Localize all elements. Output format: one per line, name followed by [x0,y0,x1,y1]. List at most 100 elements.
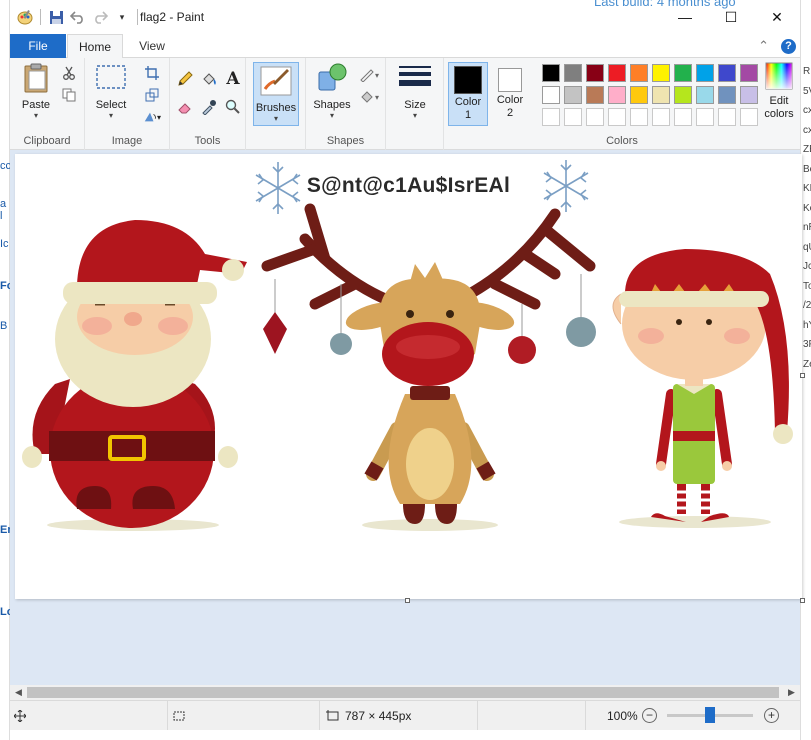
shapes-group: Shapes ▾ ▾ ▾ Shapes [306,58,386,150]
color2-button[interactable]: Color 2 [490,62,530,126]
palette-swatch[interactable] [608,64,626,82]
drawing-canvas[interactable]: S@nt@c1Au$IsrEAl [15,154,802,599]
background-left-strip: cc a l Ic Fo B En Lo [0,0,14,740]
tab-home[interactable]: Home [67,34,123,59]
palette-swatch[interactable] [608,86,626,104]
resize-icon[interactable] [143,86,161,104]
palette-swatch[interactable] [674,64,692,82]
zoom-slider-thumb[interactable] [705,707,715,723]
outline-icon[interactable]: ▾ [356,66,382,84]
palette-swatch[interactable] [696,64,714,82]
paint-app-icon[interactable] [16,8,34,26]
scroll-right-arrow-icon[interactable]: ▶ [783,685,800,700]
qat-separator [40,9,41,25]
scroll-left-arrow-icon[interactable]: ◀ [10,685,27,700]
palette-swatch[interactable] [740,86,758,104]
elf-shadow [619,516,771,528]
palette-swatch[interactable] [564,64,582,82]
close-button[interactable]: ✕ [754,0,800,34]
rotate-icon[interactable]: ▾ [143,108,161,126]
ribbon-tabs: File Home View ⌃ ? [10,34,800,59]
zoom-in-button[interactable]: + [764,708,779,723]
save-icon[interactable] [47,8,65,26]
palette-custom-swatch[interactable] [718,108,736,126]
palette-swatch[interactable] [718,64,736,82]
palette-custom-swatch[interactable] [630,108,648,126]
tab-view[interactable]: View [126,34,178,58]
copy-icon[interactable] [60,86,78,104]
text-tool-icon[interactable]: A [224,69,242,89]
pencil-icon[interactable] [176,70,194,88]
scrollbar-thumb[interactable] [27,687,779,698]
chevron-down-icon: ▾ [412,111,417,120]
chevron-down-icon: ▾ [273,114,278,123]
palette-swatch[interactable] [542,86,560,104]
palette-custom-swatch[interactable] [696,108,714,126]
palette-swatch[interactable] [718,86,736,104]
palette-custom-swatch[interactable] [608,108,626,126]
palette-swatch[interactable] [740,64,758,82]
palette-swatch[interactable] [696,86,714,104]
window-title: flag2 - Paint [140,10,205,24]
fill-bucket-icon[interactable] [200,70,218,88]
edit-colors-label-line2: colors [764,108,794,120]
undo-icon[interactable] [69,8,87,26]
palette-custom-swatch[interactable] [564,108,582,126]
zoom-slider-track[interactable] [667,707,753,723]
palette-swatch[interactable] [652,64,670,82]
bg-right-fragment: hY [803,319,811,331]
bg-left-fragment: B [0,320,8,332]
brushes-button[interactable]: Brushes ▾ [253,62,299,126]
select-button[interactable]: Select ▾ [91,62,131,120]
palette-swatch[interactable] [630,86,648,104]
palette-swatch[interactable] [564,86,582,104]
redo-icon[interactable] [91,8,109,26]
palette-swatch[interactable] [674,86,692,104]
palette-custom-swatch[interactable] [740,108,758,126]
customize-qat-chevron-down-icon[interactable]: ▾ [113,8,131,26]
palette-swatch[interactable] [542,64,560,82]
palette-custom-swatch[interactable] [652,108,670,126]
resize-handle-right[interactable] [800,373,805,378]
collapse-ribbon-chevron-up-icon[interactable]: ⌃ [758,38,769,54]
ribbon: Paste ▾ Clipboard Select ▾ ▾ Image A Too… [10,58,800,150]
colors-group: Color 1 Color 2 Edit colors Colors [444,58,800,150]
fill-icon[interactable]: ▾ [356,88,382,106]
bg-right-fragment: Ke [803,202,811,214]
bg-right-fragment: Jc [803,261,811,272]
eraser-icon[interactable] [176,98,194,116]
shapes-group-label: Shapes [326,135,365,147]
palette-custom-swatch[interactable] [586,108,604,126]
shapes-button[interactable]: Shapes ▾ [312,62,352,120]
magnifier-icon[interactable] [224,98,242,116]
tab-file[interactable]: File [10,34,66,58]
size-button[interactable]: Size ▾ [395,62,435,120]
palette-swatch[interactable] [586,86,604,104]
canvas-area[interactable]: S@nt@c1Au$IsrEAl [10,150,805,685]
color1-button[interactable]: Color 1 [448,62,488,126]
paste-button[interactable]: Paste ▾ [16,62,56,120]
palette-swatch[interactable] [652,86,670,104]
horizontal-scrollbar[interactable]: ◀ ▶ [10,685,800,700]
palette-swatch[interactable] [586,64,604,82]
bg-right-fragment: ZE [803,144,811,155]
cut-icon[interactable] [60,64,78,82]
color-picker-icon[interactable] [200,98,218,116]
palette-custom-swatch[interactable] [542,108,560,126]
resize-handle-bottom[interactable] [405,598,410,603]
crop-icon[interactable] [143,64,161,82]
color-wheel-icon [765,62,793,90]
bg-left-fragment: a l [0,198,7,222]
image-group: Select ▾ ▾ Image [85,58,170,150]
color2-label-line1: Color [496,94,524,106]
edit-colors-button[interactable]: Edit colors [760,62,798,121]
shapes-icon [318,63,347,91]
palette-swatch[interactable] [630,64,648,82]
edit-colors-label-line1: Edit [769,95,789,107]
color1-label-line2: 1 [464,109,472,121]
palette-custom-swatch[interactable] [674,108,692,126]
zoom-out-button[interactable]: − [642,708,657,723]
quick-access-toolbar: ▾ [16,8,140,26]
resize-handle-corner[interactable] [800,598,805,603]
help-icon[interactable]: ? [781,38,796,54]
